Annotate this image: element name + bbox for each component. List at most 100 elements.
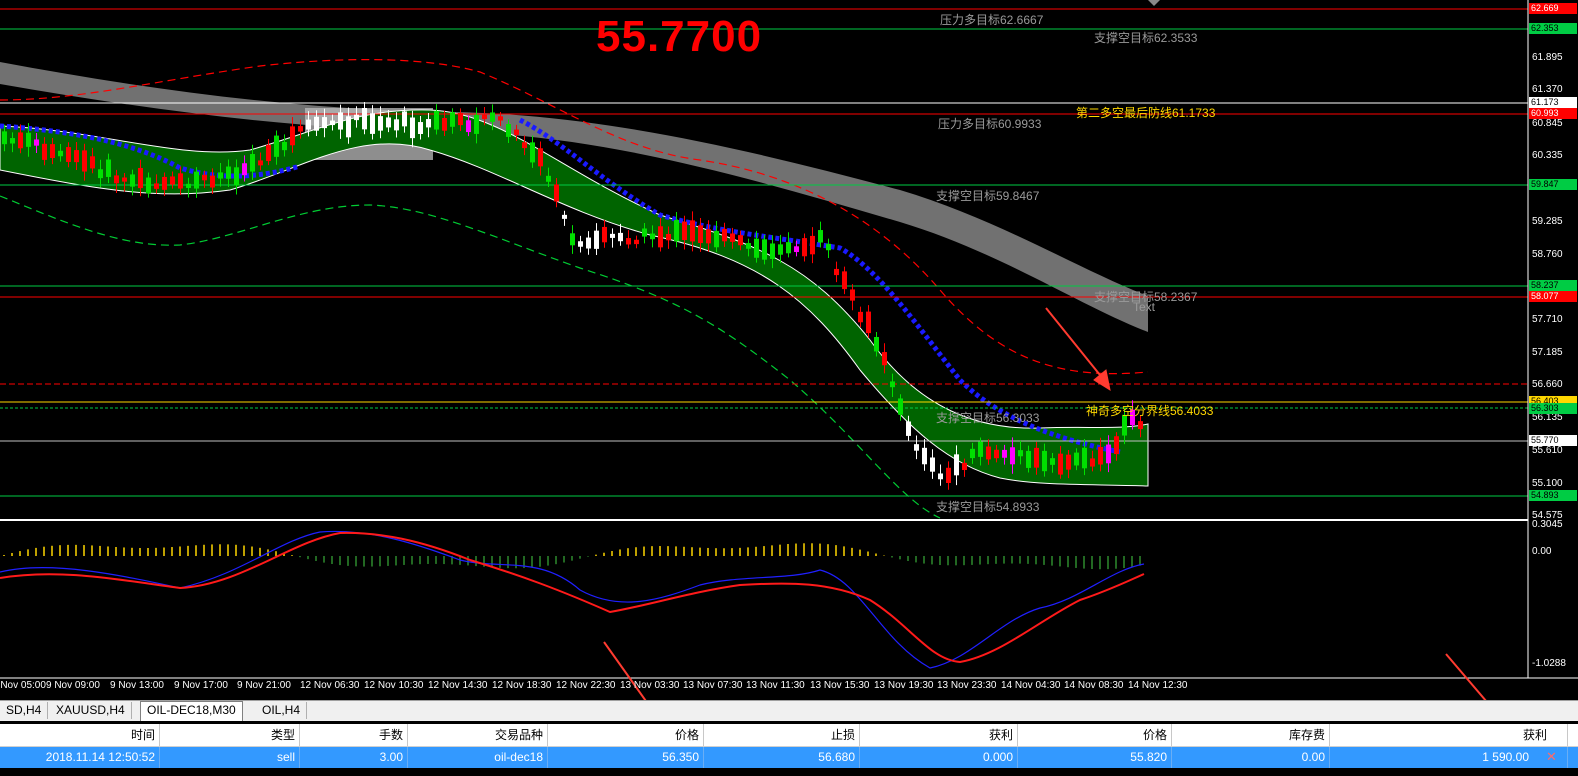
candle-body	[546, 175, 551, 182]
candle-body	[970, 448, 975, 459]
trade-cell: 3.00	[300, 747, 408, 768]
candle-body	[482, 114, 487, 120]
price-level-tag: 56.303	[1529, 403, 1577, 414]
candle-body	[474, 114, 479, 134]
price-tick: 59.285	[1532, 216, 1563, 227]
candle-body	[834, 268, 839, 276]
time-tick: 13 Nov 03:30	[620, 680, 680, 691]
column-header[interactable]: 获利	[860, 724, 1018, 746]
trade-cell: 55.820	[1018, 747, 1172, 768]
chart-tab[interactable]: XAUUSD,H4	[50, 702, 132, 719]
column-header[interactable]: 类型	[160, 724, 300, 746]
candle-body	[1114, 436, 1119, 455]
current-price-display: 55.7700	[596, 12, 763, 61]
candle-body	[34, 139, 39, 146]
candle-body	[1066, 454, 1071, 470]
candle-body	[442, 118, 447, 131]
time-tick: 14 Nov 04:30	[1001, 680, 1061, 691]
candle-body	[338, 112, 343, 130]
candle-body	[466, 120, 471, 133]
time-tick: 12 Nov 18:30	[492, 680, 552, 691]
column-header[interactable]: 交易品种	[408, 724, 548, 746]
candle-body	[282, 141, 287, 151]
column-header[interactable]: 手数	[300, 724, 408, 746]
time-tick: 9 Nov 05:00	[0, 680, 46, 691]
price-level-tag: 54.893	[1529, 490, 1577, 501]
candle-body	[954, 454, 959, 476]
candle-body	[258, 160, 263, 166]
column-header[interactable]: 价格	[1018, 724, 1172, 746]
candle-body	[314, 116, 319, 131]
column-header[interactable]: 时间	[0, 724, 160, 746]
column-header[interactable]: 库存费	[1172, 724, 1330, 746]
candle-body	[362, 107, 367, 130]
level-annotation: 第二多空最后防线61.1733	[1076, 106, 1216, 120]
candle-body	[274, 135, 279, 157]
candle-body	[234, 167, 239, 186]
candle-body	[210, 175, 215, 188]
time-tick: 12 Nov 22:30	[556, 680, 616, 691]
candle-body	[898, 398, 903, 415]
candle-body	[498, 116, 503, 121]
price-level-tag: 58.077	[1529, 291, 1577, 302]
trade-cell: 2018.11.14 12:50:52	[0, 747, 160, 768]
candle-body	[690, 220, 695, 242]
candle-body	[930, 457, 935, 472]
candle-body	[746, 243, 751, 249]
candle-body	[98, 169, 103, 179]
candle-body	[50, 144, 55, 158]
candle-body	[922, 447, 927, 465]
candle-body	[570, 233, 575, 246]
chart-tab[interactable]: OIL,H4	[256, 702, 308, 719]
candle-body	[594, 230, 599, 249]
trade-row[interactable]: 1 590.00 0.00 55.820 0.000 56.680 56.350 oil-d…	[0, 747, 1578, 768]
scroll-marker[interactable]	[1148, 0, 1160, 6]
time-tick: 13 Nov 19:30	[874, 680, 934, 691]
candle-body	[586, 237, 591, 249]
candle-body	[850, 289, 855, 301]
candle-body	[522, 142, 527, 149]
candle-body	[194, 171, 199, 189]
candle-body	[786, 242, 791, 254]
column-header[interactable]: 止损	[704, 724, 860, 746]
candle-body	[554, 184, 559, 202]
chart-tab[interactable]: SD,H4	[0, 702, 49, 719]
candle-body	[538, 148, 543, 167]
chart-tab[interactable]: OIL-DEC18,M30	[140, 701, 243, 721]
candle-body	[1018, 450, 1023, 457]
candle-body	[754, 238, 759, 258]
price-tick: 57.710	[1532, 314, 1563, 325]
candle-body	[1002, 449, 1007, 458]
close-icon[interactable]: ✕	[1546, 749, 1560, 765]
trade-cell: oil-dec18	[408, 747, 548, 768]
oscillator-tick: -1.0288	[1532, 658, 1566, 669]
candle-body	[730, 233, 735, 242]
macd-histogram	[3, 543, 1141, 570]
price-chart[interactable]	[0, 0, 1578, 700]
candle-body	[90, 156, 95, 169]
time-tick: 13 Nov 11:30	[746, 680, 805, 691]
candle-body	[10, 138, 15, 144]
price-tick: 61.895	[1532, 52, 1563, 63]
candle-body	[874, 336, 879, 352]
candle-body	[626, 238, 631, 245]
candle-body	[530, 142, 535, 163]
price-level-tag: 59.847	[1529, 179, 1577, 190]
candle-body	[810, 235, 815, 255]
candle-body	[1034, 447, 1039, 468]
candle-body	[1010, 447, 1015, 465]
candle-body	[562, 214, 567, 219]
column-header[interactable]: 价格	[548, 724, 704, 746]
arrow-marker-right	[1445, 653, 1487, 700]
candle-body	[266, 144, 271, 162]
candle-body	[74, 150, 79, 163]
candle-body	[986, 446, 991, 460]
candle-body	[714, 230, 719, 248]
time-tick: 9 Nov 21:00	[237, 680, 291, 691]
candle-body	[42, 143, 47, 160]
price-axis[interactable]: 61.895 61.370 60.845 60.335 59.285 58.760 57.7…	[1528, 0, 1578, 700]
column-header[interactable]: 获利	[1330, 724, 1568, 746]
candle-body	[618, 232, 623, 242]
candle-body	[178, 173, 183, 189]
level-annotation: 支撑空目标54.8933	[936, 500, 1040, 514]
